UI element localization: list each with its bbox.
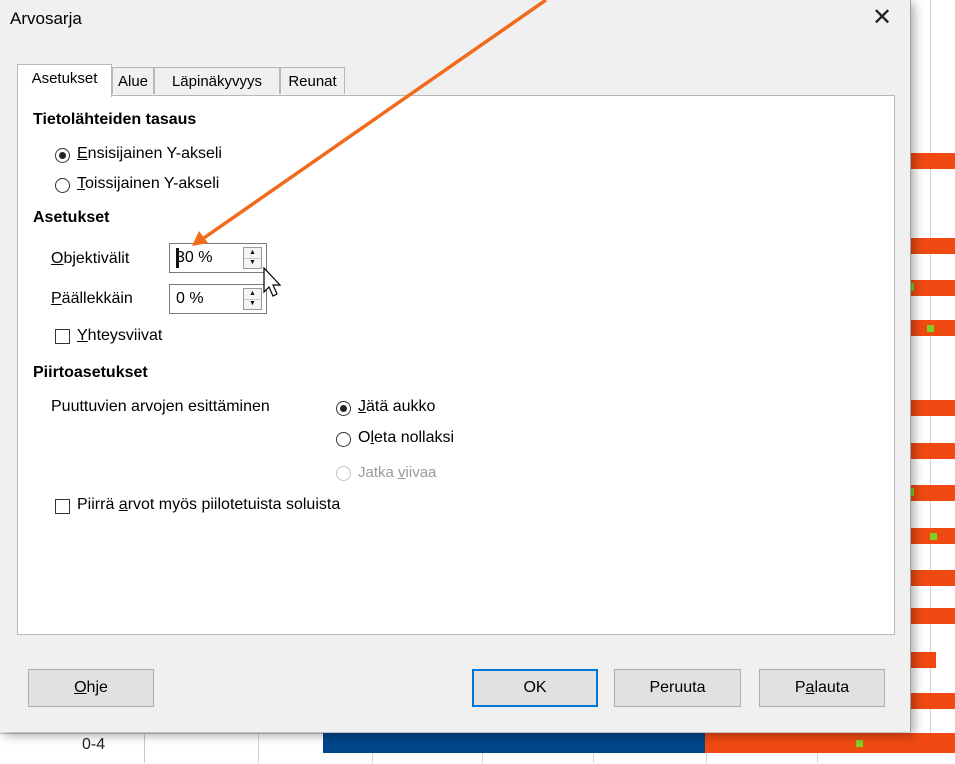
spin-down-icon[interactable]: ▼ (244, 299, 261, 309)
assume-zero-radio[interactable] (336, 432, 351, 447)
spacing-spin-buttons: ▲ ▼ (243, 247, 262, 269)
chart-bar (911, 652, 936, 668)
help-button[interactable]: Ohje (28, 669, 154, 707)
hidden-cells-label: Piirrä arvot myös piilotetuista soluista (77, 496, 341, 513)
chart-marker (911, 488, 914, 496)
primary-axis-label: Ensisijainen Y-akseli (77, 145, 222, 162)
ok-button[interactable]: OK (472, 669, 598, 707)
chart-bar (705, 733, 955, 753)
chart-bar (911, 238, 955, 254)
missing-values-label: Puuttuvien arvojen esittäminen (51, 398, 270, 415)
secondary-axis-radio[interactable] (55, 178, 70, 193)
cancel-button[interactable]: Peruuta (614, 669, 741, 707)
plot-options-heading: Piirtoasetukset (33, 364, 148, 381)
chart-bar (911, 443, 955, 459)
alignment-heading: Tietolähteiden tasaus (33, 111, 197, 128)
connection-lines-checkbox[interactable] (55, 329, 70, 344)
reset-button[interactable]: Palauta (759, 669, 885, 707)
continue-line-label: Jatka viivaa (358, 464, 437, 481)
dialog-title: Arvosarja (10, 9, 82, 28)
leave-gap-radio[interactable] (336, 401, 351, 416)
primary-axis-radio[interactable] (55, 148, 70, 163)
tab-area[interactable]: Alue (112, 67, 154, 94)
chart-marker (927, 325, 934, 332)
chart-marker (930, 533, 937, 540)
secondary-axis-label: Toissijainen Y-akseli (77, 175, 220, 192)
chart-bar (911, 693, 955, 709)
chart-bar (911, 608, 955, 624)
overlap-value: 0 % (176, 290, 204, 307)
grid-line (930, 0, 931, 763)
tab-borders[interactable]: Reunat (280, 67, 345, 94)
chart-bar-blue (323, 733, 705, 753)
leave-gap-label: Jätä aukko (358, 398, 436, 415)
tab-options[interactable]: Asetukset (17, 64, 112, 97)
close-icon[interactable]: ✕ (872, 5, 892, 31)
continue-line-radio[interactable] (336, 466, 351, 481)
assume-zero-label: Oleta nollaksi (358, 429, 455, 446)
tab-transparency[interactable]: Läpinäkyvyys (154, 67, 280, 94)
overlap-spin-buttons: ▲ ▼ (243, 288, 262, 310)
chart-bar (911, 570, 955, 586)
options-panel: Tietolähteiden tasaus Ensisijainen Y-aks… (17, 95, 895, 635)
overlap-spinbox[interactable]: 0 % ▲ ▼ (169, 284, 267, 314)
row-label: 0-4 (82, 736, 106, 753)
settings-heading: Asetukset (33, 209, 110, 226)
chart-bar (911, 280, 955, 296)
chart-marker (856, 740, 863, 747)
data-series-dialog: Arvosarja ✕ Asetukset Alue Läpinäkyvyys … (0, 0, 911, 732)
spacing-label: Objektivälit (51, 250, 130, 267)
chart-bar (911, 153, 955, 169)
chart-bar (911, 485, 955, 501)
spin-down-icon[interactable]: ▼ (244, 258, 261, 268)
hidden-cells-checkbox[interactable] (55, 499, 70, 514)
connection-lines-label: Yhteysviivat (77, 327, 163, 344)
chart-marker (911, 283, 914, 291)
spacing-value: 30 % (176, 249, 213, 266)
spacing-spinbox[interactable]: 30 % ▲ ▼ (169, 243, 267, 273)
chart-bar (911, 400, 955, 416)
row-header-cell: 0-4 (0, 733, 145, 763)
overlap-label: Päällekkäin (51, 290, 133, 307)
grid-line (258, 733, 259, 763)
